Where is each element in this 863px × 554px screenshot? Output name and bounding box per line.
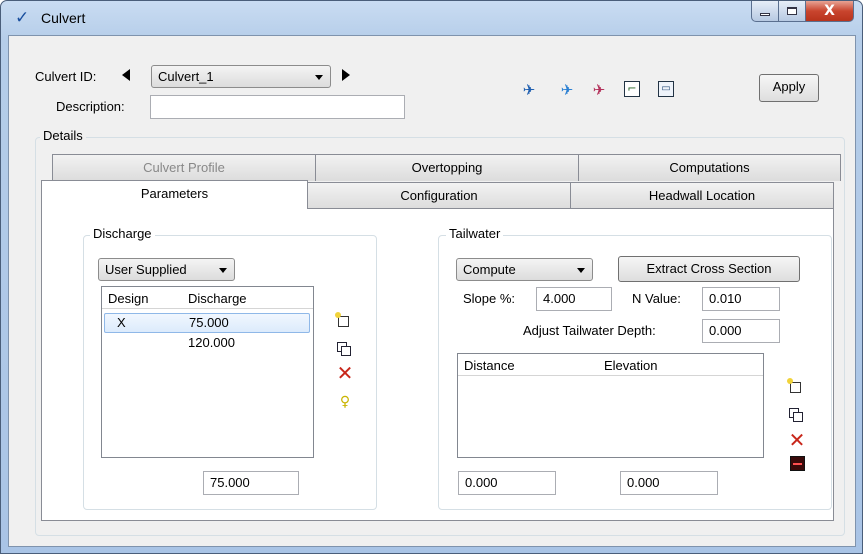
previous-culvert-icon[interactable]	[122, 69, 130, 81]
minimize-icon	[760, 12, 770, 16]
title-bar[interactable]: ✓ Culvert X	[1, 1, 862, 35]
delete-row-icon[interactable]: ✕	[336, 363, 354, 383]
next-culvert-icon[interactable]	[342, 69, 350, 81]
delete-culvert-icon[interactable]: ✈	[590, 81, 608, 99]
slope-label: Slope %:	[463, 291, 516, 306]
parameters-panel: Discharge User Supplied Design Discharge…	[41, 208, 834, 521]
discharge-mode-select[interactable]: User Supplied	[98, 258, 235, 281]
delete-point-icon[interactable]: ✕	[788, 430, 806, 450]
discharge-list[interactable]: Design Discharge X 75.000 120.000	[101, 286, 314, 458]
add-row-icon[interactable]	[335, 312, 349, 327]
culvert-id-select[interactable]: Culvert_1	[151, 65, 331, 88]
row-design-cell: X	[117, 315, 126, 330]
profile-view-icon[interactable]: ⌐	[624, 81, 640, 97]
tab-culvert-profile: Culvert Profile	[52, 154, 316, 181]
distance-column-header[interactable]: Distance	[464, 358, 515, 373]
adjust-tailwater-input[interactable]: 0.000	[702, 319, 780, 343]
edit-culvert-icon[interactable]: ✈	[558, 81, 576, 99]
n-value-label: N Value:	[632, 291, 681, 306]
row-discharge-cell: 75.000	[189, 315, 229, 330]
tab-overtopping[interactable]: Overtopping	[315, 154, 579, 181]
tab-computations[interactable]: Computations	[578, 154, 841, 181]
dialog-body: Culvert ID: Culvert_1 Description: ✈ ✈ ✈…	[8, 35, 856, 547]
description-input[interactable]	[150, 95, 405, 119]
details-label: Details	[40, 128, 86, 143]
elevation-column-header[interactable]: Elevation	[604, 358, 657, 373]
tailwater-title: Tailwater	[446, 226, 504, 241]
table-row[interactable]: X 75.000	[104, 313, 310, 333]
design-column-header[interactable]: Design	[108, 291, 148, 306]
discharge-value-input[interactable]: 75.000	[203, 471, 299, 495]
tailwater-mode-select[interactable]: Compute	[456, 258, 593, 281]
slope-input[interactable]: 4.000	[536, 287, 612, 311]
lightbulb-icon[interactable]: ♀	[336, 393, 354, 411]
graph-view-icon[interactable]	[790, 456, 805, 471]
app-logo-icon: ✓	[15, 8, 30, 28]
copy-row-icon[interactable]	[337, 342, 351, 356]
adjust-tailwater-label: Adjust Tailwater Depth:	[523, 323, 656, 338]
extract-cross-section-button[interactable]: Extract Cross Section	[618, 256, 800, 282]
row-discharge-cell: 120.000	[188, 335, 235, 350]
chevron-down-icon	[315, 75, 323, 80]
culvert-id-value: Culvert_1	[158, 69, 214, 84]
chevron-down-icon	[219, 268, 227, 273]
table-row[interactable]: 120.000	[104, 334, 310, 354]
distance-elevation-header: Distance Elevation	[458, 354, 763, 376]
n-value-input[interactable]: 0.010	[702, 287, 780, 311]
tab-headwall-location[interactable]: Headwall Location	[570, 182, 834, 209]
close-button[interactable]: X	[806, 1, 854, 22]
description-label: Description:	[56, 99, 125, 114]
discharge-mode-value: User Supplied	[105, 262, 187, 277]
discharge-column-header[interactable]: Discharge	[188, 291, 247, 306]
window-controls: X	[751, 1, 854, 23]
distance-input[interactable]: 0.000	[458, 471, 556, 495]
report-view-icon[interactable]: ▭	[658, 81, 674, 97]
tab-parameters[interactable]: Parameters	[41, 180, 308, 209]
culvert-window: ✓ Culvert X Culvert ID: Culvert_1 Descri…	[0, 0, 863, 554]
add-point-icon[interactable]	[787, 378, 801, 393]
elevation-input[interactable]: 0.000	[620, 471, 718, 495]
apply-button[interactable]: Apply	[759, 74, 819, 102]
chevron-down-icon	[577, 268, 585, 273]
tailwater-mode-value: Compute	[463, 262, 516, 277]
maximize-button[interactable]	[779, 1, 806, 22]
maximize-icon	[787, 7, 797, 15]
window-title: Culvert	[41, 10, 86, 26]
copy-point-icon[interactable]	[789, 408, 803, 422]
minimize-button[interactable]	[751, 1, 779, 22]
discharge-list-header: Design Discharge	[102, 287, 313, 309]
culvert-id-label: Culvert ID:	[35, 69, 97, 84]
graph-line	[793, 463, 802, 466]
add-culvert-icon[interactable]: ✈	[520, 81, 538, 99]
tab-configuration[interactable]: Configuration	[307, 182, 571, 209]
discharge-title: Discharge	[90, 226, 155, 241]
distance-elevation-list[interactable]: Distance Elevation	[457, 353, 764, 458]
